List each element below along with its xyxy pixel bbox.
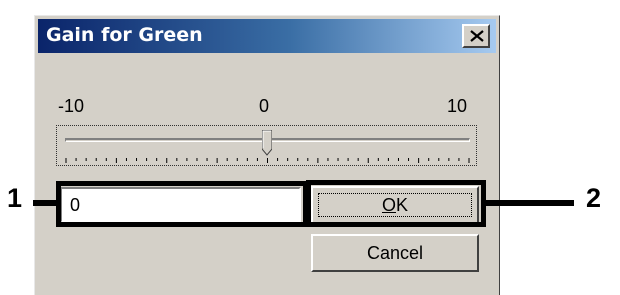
callout-box-2 bbox=[306, 180, 486, 227]
slider-mid-label: 0 bbox=[259, 96, 270, 116]
slider-max-label: 10 bbox=[447, 96, 468, 116]
slider-tick-marks bbox=[65, 158, 470, 163]
slider-thumb-icon[interactable] bbox=[261, 130, 272, 156]
gain-dialog: Gain for Green -10 0 10 0 OK Cancel bbox=[34, 15, 500, 295]
callout-box-1 bbox=[56, 181, 308, 227]
dialog-title: Gain for Green bbox=[46, 24, 203, 46]
cancel-button[interactable]: Cancel bbox=[311, 234, 479, 272]
close-button[interactable] bbox=[462, 24, 490, 48]
callout-line-1 bbox=[33, 200, 57, 206]
callout-line-2 bbox=[486, 200, 574, 206]
callout-number-2: 2 bbox=[586, 183, 602, 213]
close-icon bbox=[470, 30, 484, 42]
callout-number-1: 1 bbox=[7, 183, 23, 213]
gain-slider[interactable] bbox=[56, 125, 477, 166]
title-bar[interactable]: Gain for Green bbox=[38, 19, 496, 53]
slider-min-label: -10 bbox=[58, 96, 85, 116]
